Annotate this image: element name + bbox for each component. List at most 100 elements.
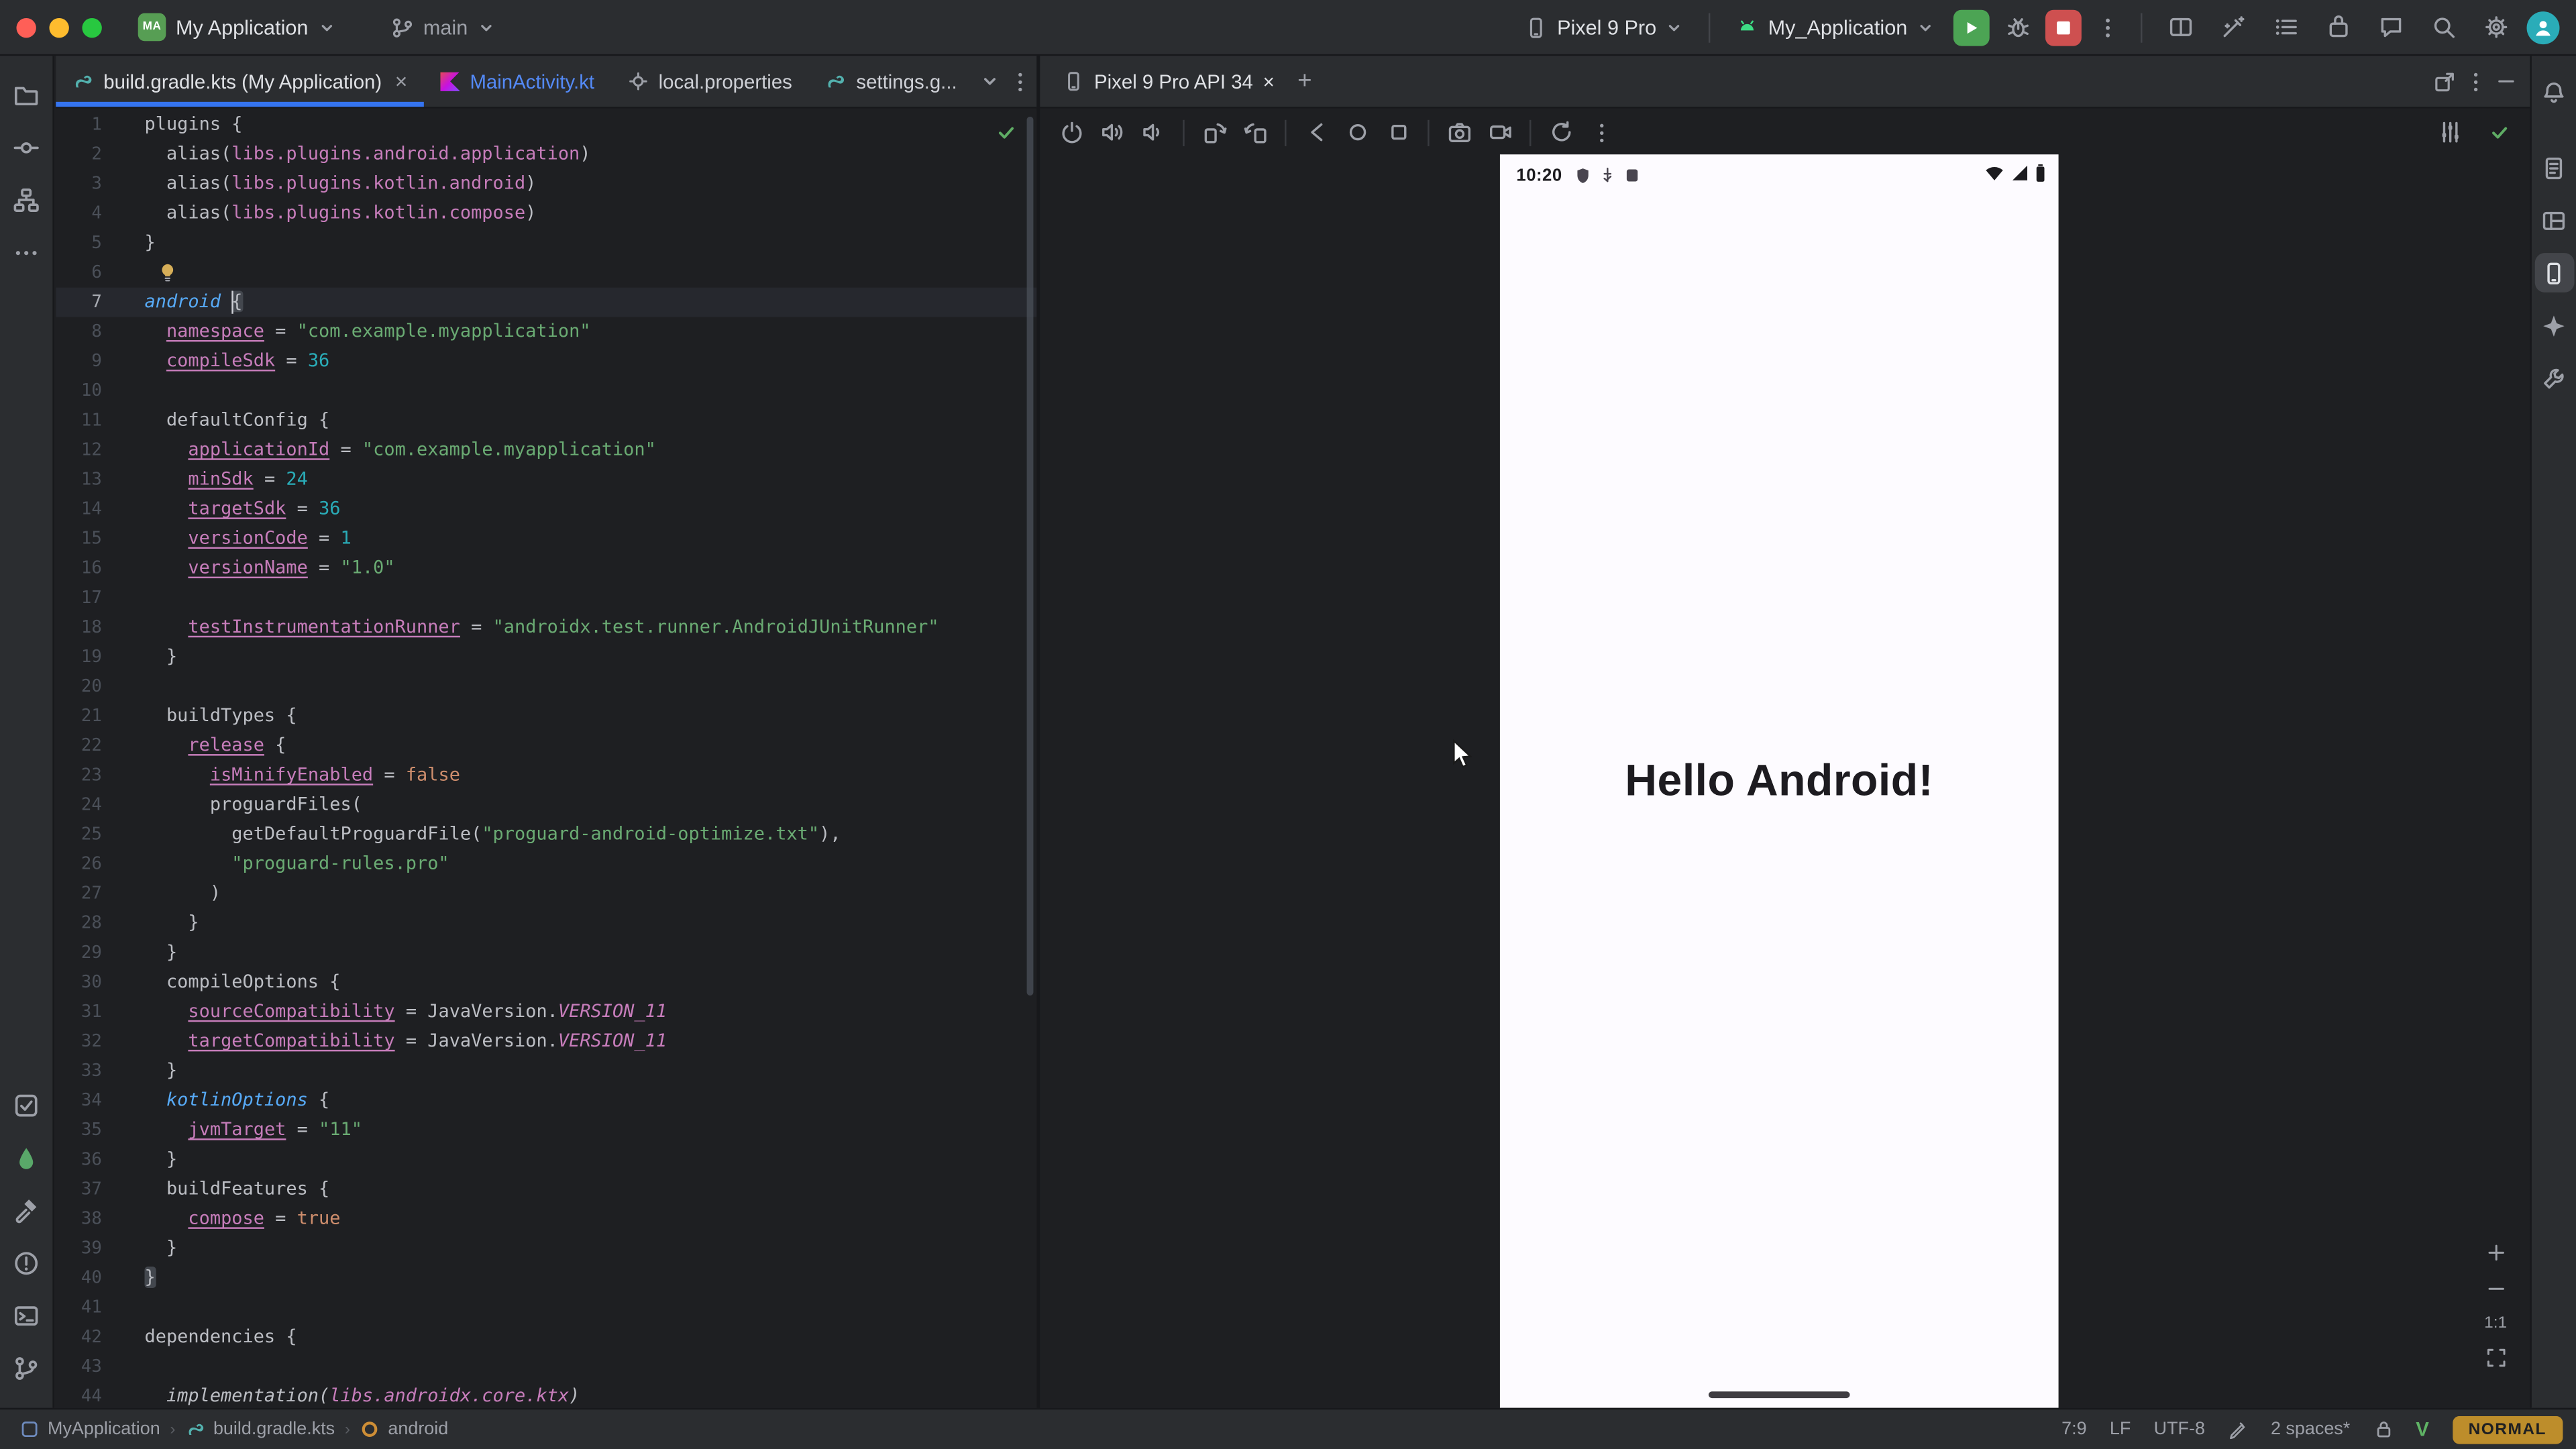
feedback-button[interactable] bbox=[2369, 7, 2412, 47]
code-line-14[interactable]: 14 targetSdk = 36 bbox=[56, 494, 1036, 524]
code-line-37[interactable]: 37 buildFeatures { bbox=[56, 1175, 1036, 1204]
project-folder-icon[interactable] bbox=[7, 76, 46, 115]
ideavim-icon[interactable]: V bbox=[2416, 1417, 2429, 1440]
code-line-34[interactable]: 34 kotlinOptions { bbox=[56, 1086, 1036, 1116]
code-line-13[interactable]: 13 minSdk = 24 bbox=[56, 465, 1036, 494]
code-line-11[interactable]: 11 defaultConfig { bbox=[56, 406, 1036, 435]
volume-up-button[interactable] bbox=[1094, 116, 1130, 149]
line-ending[interactable]: LF bbox=[2110, 1419, 2131, 1439]
zoom-in-icon[interactable] bbox=[2485, 1242, 2506, 1263]
commit-icon[interactable] bbox=[7, 128, 46, 168]
documentation-icon[interactable] bbox=[2534, 148, 2574, 187]
tab-pixel-9-pro-api-34[interactable]: Pixel 9 Pro API 34 × bbox=[1053, 56, 1285, 107]
tab-options-menu[interactable] bbox=[1005, 56, 1036, 107]
code-line-12[interactable]: 12 applicationId = "com.example.myapplic… bbox=[56, 435, 1036, 465]
code-line-36[interactable]: 36 } bbox=[56, 1145, 1036, 1175]
back-button[interactable] bbox=[1298, 116, 1334, 149]
code-line-19[interactable]: 19 } bbox=[56, 643, 1036, 672]
zoom-to-fit-icon[interactable] bbox=[2485, 1347, 2506, 1368]
pencil-icon[interactable] bbox=[2228, 1419, 2247, 1439]
code-line-44[interactable]: 44 implementation(libs.androidx.core.ktx… bbox=[56, 1382, 1036, 1408]
power-button[interactable] bbox=[1053, 116, 1089, 149]
device-more-button[interactable] bbox=[1584, 116, 1620, 149]
branch-widget[interactable]: main bbox=[380, 11, 504, 44]
tab-local-properties[interactable]: local.properties bbox=[611, 56, 809, 107]
run-configuration-selector[interactable]: My_Application bbox=[1727, 11, 1943, 44]
code-line-15[interactable]: 15 versionCode = 1 bbox=[56, 524, 1036, 553]
code-line-1[interactable]: 1plugins { bbox=[56, 110, 1036, 140]
version-control-icon[interactable] bbox=[7, 1349, 46, 1389]
rotate-right-button[interactable] bbox=[1237, 116, 1273, 149]
code-line-16[interactable]: 16 versionName = "1.0" bbox=[56, 553, 1036, 583]
code-line-20[interactable]: 20 bbox=[56, 672, 1036, 702]
tab-build-gradle-kts[interactable]: build.gradle.kts (My Application) × bbox=[56, 56, 424, 107]
more-tool-windows-icon[interactable] bbox=[7, 233, 46, 273]
breadcrumb-file[interactable]: build.gradle.kts bbox=[185, 1419, 335, 1439]
code-line-35[interactable]: 35 jvmTarget = "11" bbox=[56, 1116, 1036, 1145]
code-line-42[interactable]: 42dependencies { bbox=[56, 1322, 1036, 1352]
run-button[interactable] bbox=[1953, 9, 1990, 45]
recents-button[interactable] bbox=[1380, 116, 1416, 149]
code-line-8[interactable]: 8 namespace = "com.example.myapplication… bbox=[56, 317, 1036, 347]
device-selector[interactable]: Pixel 9 Pro bbox=[1514, 11, 1693, 44]
code-line-25[interactable]: 25 getDefaultProguardFile("proguard-andr… bbox=[56, 820, 1036, 849]
zoom-reset-label[interactable]: 1:1 bbox=[2484, 1314, 2507, 1332]
assistant-icon[interactable] bbox=[2534, 358, 2574, 398]
file-encoding[interactable]: UTF-8 bbox=[2154, 1419, 2205, 1439]
code-line-40[interactable]: 40} bbox=[56, 1263, 1036, 1293]
code-line-43[interactable]: 43 bbox=[56, 1352, 1036, 1382]
code-line-38[interactable]: 38 compose = true bbox=[56, 1204, 1036, 1234]
close-tab-icon[interactable]: × bbox=[1263, 70, 1275, 93]
plugins-button[interactable] bbox=[2316, 7, 2359, 47]
code-line-39[interactable]: 39 } bbox=[56, 1234, 1036, 1263]
code-line-6[interactable]: 6 bbox=[56, 258, 1036, 287]
device-screen-mirror[interactable]: 10:20 Hello Android! bbox=[1500, 154, 2059, 1408]
close-button[interactable] bbox=[16, 17, 36, 37]
zoom-out-icon[interactable] bbox=[2485, 1278, 2506, 1299]
notifications-icon[interactable] bbox=[2534, 72, 2574, 112]
code-line-31[interactable]: 31 sourceCompatibility = JavaVersion.VER… bbox=[56, 998, 1036, 1027]
quickfix-bulb-icon[interactable] bbox=[158, 263, 177, 282]
structure-icon[interactable] bbox=[7, 180, 46, 220]
indent-info[interactable]: 2 spaces* bbox=[2271, 1419, 2350, 1439]
add-device-tab-button[interactable]: + bbox=[1284, 67, 1325, 95]
code-line-21[interactable]: 21 buildTypes { bbox=[56, 702, 1036, 731]
minimize-button[interactable] bbox=[49, 17, 68, 37]
settings-button[interactable] bbox=[2474, 7, 2517, 47]
code-line-10[interactable]: 10 bbox=[56, 376, 1036, 406]
code-line-17[interactable]: 17 bbox=[56, 583, 1036, 612]
code-line-18[interactable]: 18 testInstrumentationRunner = "androidx… bbox=[56, 612, 1036, 642]
vim-mode-badge[interactable]: NORMAL bbox=[2452, 1415, 2563, 1444]
code-line-3[interactable]: 3 alias(libs.plugins.kotlin.android) bbox=[56, 169, 1036, 199]
more-vert-icon[interactable] bbox=[2473, 70, 2479, 93]
breadcrumb-block[interactable]: android bbox=[360, 1419, 449, 1439]
tab-settings-gradle[interactable]: settings.g... bbox=[808, 56, 973, 107]
code-line-2[interactable]: 2 alias(libs.plugins.android.application… bbox=[56, 140, 1036, 169]
code-line-29[interactable]: 29 } bbox=[56, 938, 1036, 967]
code-line-4[interactable]: 4 alias(libs.plugins.kotlin.compose) bbox=[56, 199, 1036, 228]
running-devices-icon[interactable] bbox=[2534, 253, 2574, 292]
task-list-button[interactable] bbox=[2264, 7, 2307, 47]
layout-columns-button[interactable] bbox=[2159, 7, 2202, 47]
code-line-9[interactable]: 9 compileSdk = 36 bbox=[56, 347, 1036, 376]
terminal-icon[interactable] bbox=[7, 1296, 46, 1336]
problems-icon[interactable] bbox=[7, 1244, 46, 1283]
build-icon[interactable] bbox=[7, 1191, 46, 1231]
close-tab-icon[interactable]: × bbox=[395, 70, 408, 92]
code-editor[interactable]: 1plugins {2 alias(libs.plugins.android.a… bbox=[56, 110, 1036, 1408]
rotate-left-button[interactable] bbox=[1196, 116, 1232, 149]
hide-panel-icon[interactable] bbox=[2496, 70, 2517, 92]
editor-scrollbar[interactable] bbox=[1027, 117, 1034, 996]
resource-manager-icon[interactable] bbox=[7, 1138, 46, 1178]
volume-down-button[interactable] bbox=[1135, 116, 1171, 149]
stop-button[interactable] bbox=[2045, 9, 2082, 45]
code-line-32[interactable]: 32 targetCompatibility = JavaVersion.VER… bbox=[56, 1027, 1036, 1057]
home-button[interactable] bbox=[1339, 116, 1375, 149]
code-line-5[interactable]: 5} bbox=[56, 228, 1036, 258]
code-line-30[interactable]: 30 compileOptions { bbox=[56, 967, 1036, 997]
debug-button[interactable] bbox=[1999, 9, 2035, 45]
restart-device-button[interactable] bbox=[1543, 116, 1579, 149]
popout-window-icon[interactable] bbox=[2433, 70, 2456, 93]
search-everywhere-button[interactable] bbox=[2422, 7, 2465, 47]
gemini-icon[interactable] bbox=[2534, 306, 2574, 345]
